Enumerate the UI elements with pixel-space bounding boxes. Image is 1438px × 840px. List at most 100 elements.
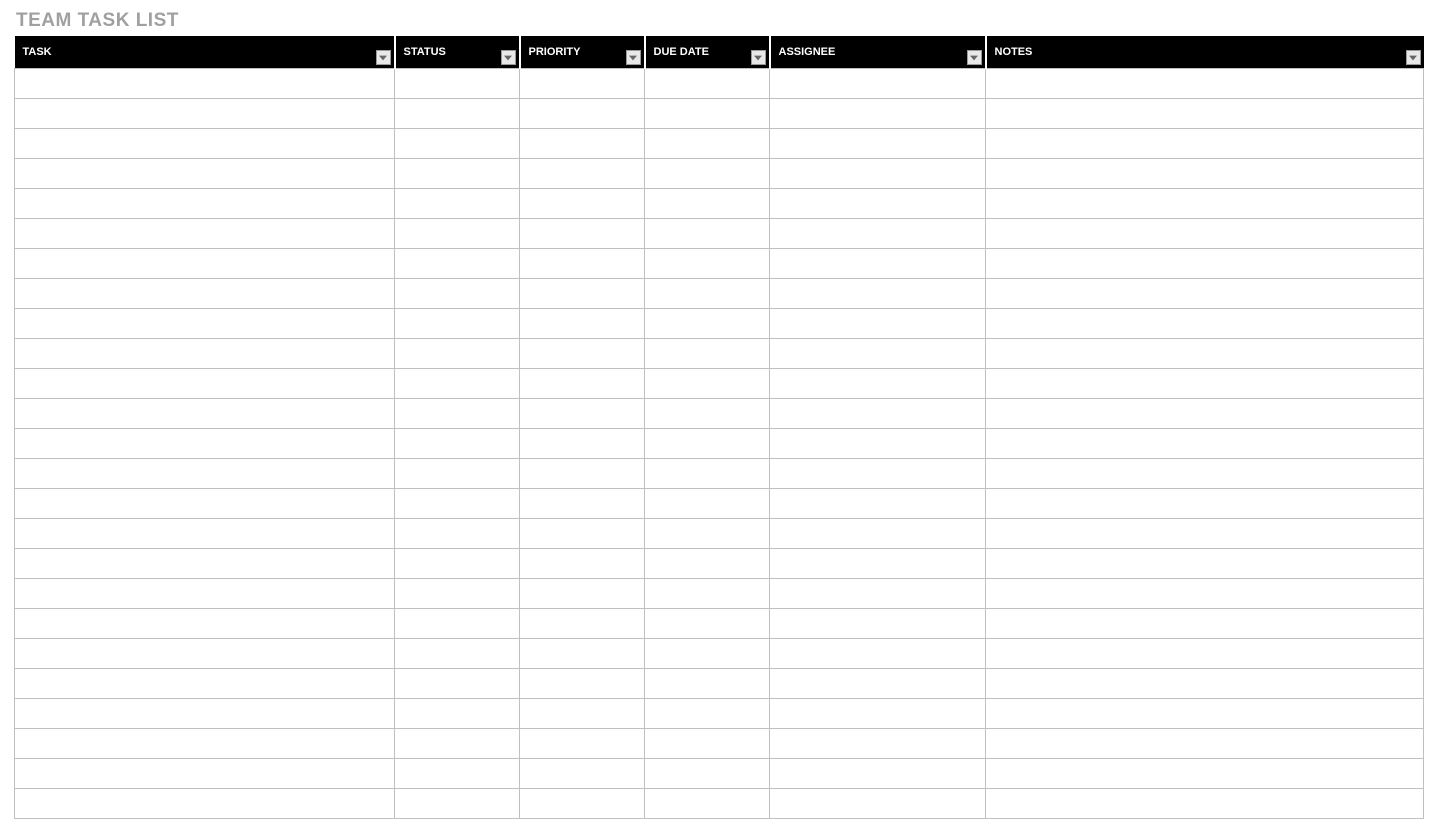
cell-status[interactable] xyxy=(395,699,520,729)
cell-duedate[interactable] xyxy=(645,729,770,759)
cell-task[interactable] xyxy=(15,669,395,699)
cell-assignee[interactable] xyxy=(770,159,986,189)
cell-notes[interactable] xyxy=(986,189,1424,219)
cell-status[interactable] xyxy=(395,309,520,339)
cell-status[interactable] xyxy=(395,249,520,279)
cell-priority[interactable] xyxy=(520,279,645,309)
cell-assignee[interactable] xyxy=(770,759,986,789)
cell-assignee[interactable] xyxy=(770,429,986,459)
cell-notes[interactable] xyxy=(986,339,1424,369)
cell-duedate[interactable] xyxy=(645,429,770,459)
cell-notes[interactable] xyxy=(986,729,1424,759)
cell-status[interactable] xyxy=(395,549,520,579)
cell-duedate[interactable] xyxy=(645,519,770,549)
cell-notes[interactable] xyxy=(986,279,1424,309)
cell-notes[interactable] xyxy=(986,219,1424,249)
cell-task[interactable] xyxy=(15,759,395,789)
cell-task[interactable] xyxy=(15,429,395,459)
cell-assignee[interactable] xyxy=(770,399,986,429)
filter-button-task[interactable] xyxy=(376,50,391,65)
cell-status[interactable] xyxy=(395,609,520,639)
cell-priority[interactable] xyxy=(520,399,645,429)
cell-priority[interactable] xyxy=(520,249,645,279)
cell-duedate[interactable] xyxy=(645,339,770,369)
cell-task[interactable] xyxy=(15,579,395,609)
cell-status[interactable] xyxy=(395,669,520,699)
cell-notes[interactable] xyxy=(986,489,1424,519)
cell-duedate[interactable] xyxy=(645,699,770,729)
cell-status[interactable] xyxy=(395,69,520,99)
cell-priority[interactable] xyxy=(520,609,645,639)
cell-notes[interactable] xyxy=(986,789,1424,819)
cell-duedate[interactable] xyxy=(645,369,770,399)
cell-status[interactable] xyxy=(395,759,520,789)
cell-notes[interactable] xyxy=(986,519,1424,549)
cell-priority[interactable] xyxy=(520,429,645,459)
cell-notes[interactable] xyxy=(986,399,1424,429)
cell-priority[interactable] xyxy=(520,699,645,729)
cell-notes[interactable] xyxy=(986,429,1424,459)
cell-priority[interactable] xyxy=(520,789,645,819)
cell-priority[interactable] xyxy=(520,369,645,399)
cell-assignee[interactable] xyxy=(770,309,986,339)
cell-status[interactable] xyxy=(395,789,520,819)
cell-priority[interactable] xyxy=(520,639,645,669)
cell-task[interactable] xyxy=(15,699,395,729)
cell-assignee[interactable] xyxy=(770,579,986,609)
cell-assignee[interactable] xyxy=(770,519,986,549)
cell-duedate[interactable] xyxy=(645,789,770,819)
cell-task[interactable] xyxy=(15,159,395,189)
cell-priority[interactable] xyxy=(520,459,645,489)
cell-assignee[interactable] xyxy=(770,639,986,669)
cell-assignee[interactable] xyxy=(770,189,986,219)
cell-duedate[interactable] xyxy=(645,249,770,279)
cell-task[interactable] xyxy=(15,339,395,369)
cell-status[interactable] xyxy=(395,99,520,129)
cell-task[interactable] xyxy=(15,99,395,129)
cell-assignee[interactable] xyxy=(770,699,986,729)
cell-assignee[interactable] xyxy=(770,339,986,369)
cell-priority[interactable] xyxy=(520,669,645,699)
cell-priority[interactable] xyxy=(520,759,645,789)
cell-status[interactable] xyxy=(395,279,520,309)
cell-assignee[interactable] xyxy=(770,129,986,159)
cell-priority[interactable] xyxy=(520,339,645,369)
cell-notes[interactable] xyxy=(986,669,1424,699)
cell-duedate[interactable] xyxy=(645,99,770,129)
cell-status[interactable] xyxy=(395,369,520,399)
cell-task[interactable] xyxy=(15,129,395,159)
cell-task[interactable] xyxy=(15,489,395,519)
cell-notes[interactable] xyxy=(986,129,1424,159)
cell-assignee[interactable] xyxy=(770,459,986,489)
cell-priority[interactable] xyxy=(520,729,645,759)
cell-priority[interactable] xyxy=(520,579,645,609)
filter-button-notes[interactable] xyxy=(1406,50,1421,65)
cell-duedate[interactable] xyxy=(645,639,770,669)
cell-task[interactable] xyxy=(15,549,395,579)
cell-duedate[interactable] xyxy=(645,309,770,339)
cell-task[interactable] xyxy=(15,309,395,339)
cell-task[interactable] xyxy=(15,519,395,549)
cell-status[interactable] xyxy=(395,219,520,249)
filter-button-assignee[interactable] xyxy=(967,50,982,65)
cell-assignee[interactable] xyxy=(770,369,986,399)
cell-status[interactable] xyxy=(395,519,520,549)
cell-notes[interactable] xyxy=(986,369,1424,399)
cell-task[interactable] xyxy=(15,279,395,309)
cell-duedate[interactable] xyxy=(645,159,770,189)
cell-notes[interactable] xyxy=(986,639,1424,669)
cell-duedate[interactable] xyxy=(645,549,770,579)
cell-duedate[interactable] xyxy=(645,399,770,429)
cell-duedate[interactable] xyxy=(645,219,770,249)
cell-priority[interactable] xyxy=(520,189,645,219)
cell-priority[interactable] xyxy=(520,69,645,99)
cell-priority[interactable] xyxy=(520,219,645,249)
filter-button-priority[interactable] xyxy=(626,50,641,65)
cell-duedate[interactable] xyxy=(645,279,770,309)
cell-task[interactable] xyxy=(15,69,395,99)
cell-task[interactable] xyxy=(15,789,395,819)
cell-priority[interactable] xyxy=(520,99,645,129)
cell-task[interactable] xyxy=(15,249,395,279)
cell-status[interactable] xyxy=(395,129,520,159)
cell-status[interactable] xyxy=(395,459,520,489)
